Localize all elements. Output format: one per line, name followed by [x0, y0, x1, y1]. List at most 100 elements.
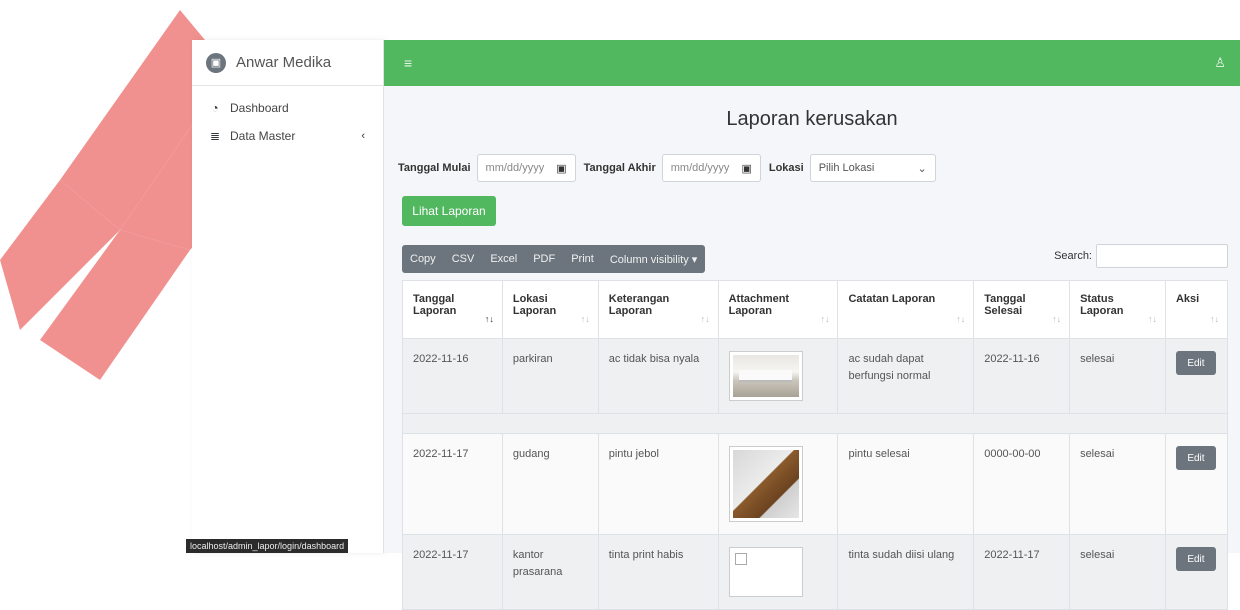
location-label: Lokasi — [768, 162, 804, 174]
cell-selesai: 0000-00-00 — [973, 433, 1071, 535]
database-icon: ≣ — [209, 129, 221, 143]
edit-button[interactable]: Edit — [1175, 446, 1216, 470]
page-title: Laporan kerusakan — [726, 108, 898, 130]
column-header-aksi[interactable]: Aksi ↑↓ — [1164, 280, 1229, 339]
cell-attachment — [717, 338, 839, 414]
hamburger-icon[interactable]: ≡ — [404, 55, 412, 71]
print-button[interactable]: Print — [563, 245, 602, 273]
end-date-placeholder: mm/dd/yyyy — [670, 162, 730, 174]
cell-attachment — [717, 433, 839, 535]
cell-catatan: tinta sudah diisi ulang — [837, 534, 975, 610]
column-header-line1: Tanggal — [413, 293, 455, 305]
column-header-line2: Selesai — [984, 305, 1023, 317]
start-date-input[interactable]: mm/dd/yyyy ▣ — [476, 154, 576, 182]
column-header-lokasi[interactable]: Lokasi Laporan ↑↓ — [501, 280, 599, 339]
table-header-row: Tanggal Laporan ↑↓ Lokasi Laporan ↑↓ Keteran… — [402, 280, 1229, 339]
column-header-status[interactable]: Status Laporan ↑↓ — [1069, 280, 1166, 339]
end-date-input[interactable]: mm/dd/yyyy ▣ — [661, 154, 761, 182]
location-select-value: Pilih Lokasi — [818, 162, 875, 174]
cell-status: selesai — [1069, 338, 1166, 414]
column-header-line2: Laporan — [413, 305, 457, 317]
attachment-thumbnail[interactable] — [728, 446, 803, 522]
column-header-catatan[interactable]: Catatan Laporan ↑↓ — [837, 280, 975, 339]
cell-selesai: 2022-11-17 — [973, 534, 1071, 610]
column-header-line1: Attachment — [728, 293, 790, 305]
search-label: Search: — [1054, 250, 1092, 262]
door-photo — [732, 450, 799, 518]
column-header-line2: Laporan — [512, 305, 557, 317]
calendar-icon[interactable]: ▣ — [741, 162, 751, 175]
cell-keterangan: ac tidak bisa nyala — [597, 338, 719, 414]
row-spacer — [402, 413, 1228, 434]
column-header-line1: Status — [1080, 293, 1114, 305]
table-row-spacer — [402, 413, 1228, 434]
column-header-line1: Keterangan — [608, 293, 670, 305]
sidebar-item-label: Data Master — [230, 129, 296, 143]
sort-icon: ↑↓ — [484, 314, 494, 324]
sort-icon: ↑↓ — [1147, 314, 1157, 324]
sort-icon: ↑↓ — [580, 314, 590, 324]
cell-status: selesai — [1069, 433, 1166, 535]
brand-logo-icon: ▣ — [206, 52, 226, 73]
brand[interactable]: ▣ Anwar Medika — [192, 40, 383, 86]
sort-icon: ↑↓ — [956, 314, 966, 324]
column-header-line1: Lokasi — [512, 293, 548, 305]
edit-button[interactable]: Edit — [1175, 351, 1216, 375]
column-header-line2: Laporan — [1080, 305, 1124, 317]
cell-aksi: Edit — [1164, 338, 1229, 414]
ac-photo — [732, 355, 799, 397]
sort-icon: ↑↓ — [820, 314, 830, 324]
pdf-button[interactable]: PDF — [525, 245, 563, 273]
column-header-line1: Tanggal — [984, 293, 1026, 305]
sidebar-item-dashboard[interactable]: ◔ Dashboard — [192, 94, 383, 122]
excel-button[interactable]: Excel — [482, 245, 525, 273]
column-header-line2: Laporan — [608, 305, 653, 317]
cell-catatan: pintu selesai — [837, 433, 975, 535]
edit-button[interactable]: Edit — [1175, 547, 1216, 571]
column-header-selesai[interactable]: Tanggal Selesai ↑↓ — [973, 280, 1071, 339]
cell-tanggal: 2022-11-17 — [402, 534, 503, 610]
sort-icon: ↑↓ — [1210, 314, 1219, 324]
column-header-line2: Laporan — [728, 305, 772, 317]
filter-row: Tanggal Mulai mm/dd/yyyy ▣ Tanggal Akhir… — [398, 154, 936, 182]
table-row: 2022-11-17 kantor prasarana tinta print … — [402, 534, 1229, 610]
column-header-line2: Aksi — [1175, 293, 1200, 305]
sidebar-nav: ◔ Dashboard ≣ Data Master ‹ — [192, 86, 383, 150]
cell-keterangan: tinta print habis — [597, 534, 719, 610]
attachment-thumbnail[interactable] — [728, 547, 803, 597]
cell-tanggal: 2022-11-16 — [402, 338, 503, 414]
sidebar-item-label: Dashboard — [230, 101, 289, 115]
cell-keterangan: pintu jebol — [597, 433, 719, 535]
report-table: Tanggal Laporan ↑↓ Lokasi Laporan ↑↓ Keteran… — [402, 280, 1229, 610]
attachment-thumbnail[interactable] — [728, 351, 803, 401]
user-icon[interactable]: ♙ — [1214, 55, 1226, 71]
column-header-keterangan[interactable]: Keterangan Laporan ↑↓ — [597, 280, 719, 339]
copy-button[interactable]: Copy — [402, 245, 444, 273]
table-search: Search: — [1054, 244, 1228, 268]
chevron-down-icon: ⌄ — [917, 162, 927, 175]
cell-aksi: Edit — [1164, 534, 1229, 610]
cell-selesai: 2022-11-16 — [973, 338, 1071, 414]
cell-status: selesai — [1069, 534, 1166, 610]
column-visibility-button[interactable]: Column visibility ▾ — [602, 245, 705, 273]
sidebar: ▣ Anwar Medika ◔ Dashboard ≣ Data Master… — [192, 40, 384, 553]
column-header-tanggal[interactable]: Tanggal Laporan ↑↓ — [402, 280, 503, 339]
location-select[interactable]: Pilih Lokasi ⌄ — [809, 154, 936, 182]
table-row: 2022-11-17 gudang pintu jebol pintu sele… — [402, 433, 1229, 535]
table-row: 2022-11-16 parkiran ac tidak bisa nyala … — [402, 338, 1229, 414]
end-date-label: Tanggal Akhir — [583, 162, 656, 174]
broken-image — [732, 551, 799, 593]
column-header-attachment[interactable]: Attachment Laporan ↑↓ — [717, 280, 839, 339]
cell-tanggal: 2022-11-17 — [402, 433, 503, 535]
browser-status-url: localhost/admin_lapor/login/dashboard — [186, 539, 349, 553]
cell-lokasi: parkiran — [501, 338, 599, 414]
sort-icon: ↑↓ — [1052, 314, 1062, 324]
calendar-icon[interactable]: ▣ — [556, 162, 566, 175]
search-input[interactable] — [1096, 244, 1228, 268]
view-report-button[interactable]: Lihat Laporan — [402, 196, 496, 226]
sidebar-item-data-master[interactable]: ≣ Data Master ‹ — [192, 122, 383, 150]
csv-button[interactable]: CSV — [444, 245, 483, 273]
column-header-line2: Catatan Laporan — [848, 293, 936, 305]
start-date-placeholder: mm/dd/yyyy — [485, 162, 545, 174]
cell-attachment — [717, 534, 839, 610]
